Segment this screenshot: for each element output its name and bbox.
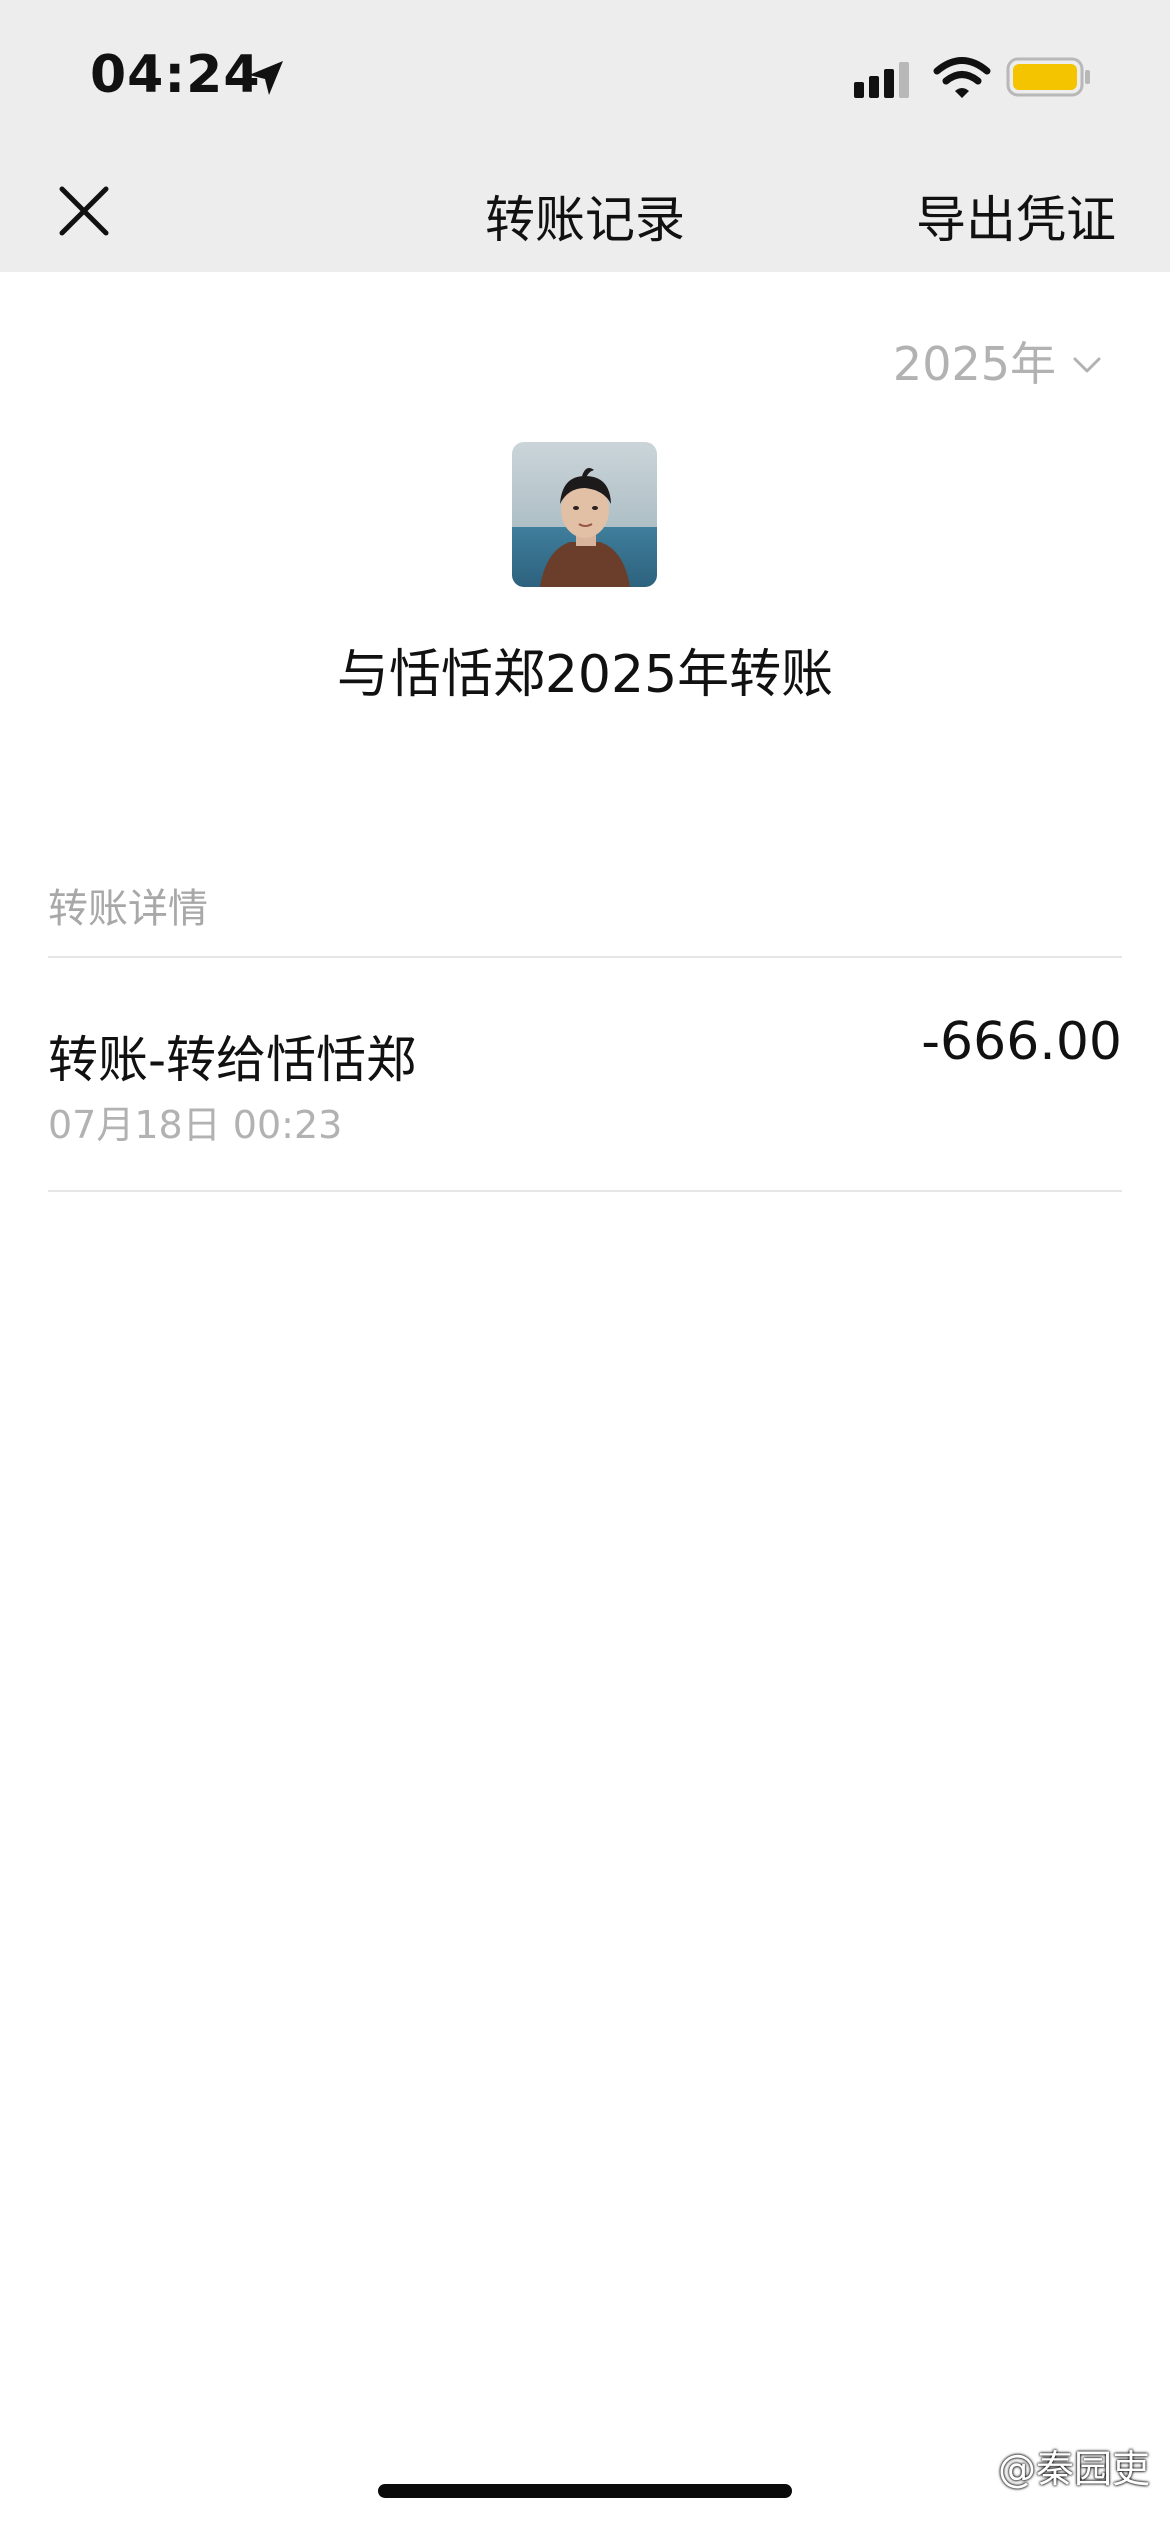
status-bar: 04:24 [0, 0, 1170, 150]
divider [48, 1190, 1122, 1192]
chevron-down-icon [1073, 357, 1101, 373]
avatar-image [512, 442, 657, 587]
cellular-signal-icon [854, 62, 909, 98]
transaction-row[interactable]: 转账-转给恬恬郑 07月18日 00:23 -666.00 [48, 958, 1122, 1190]
year-filter-label: 2025年 [892, 337, 1056, 391]
transaction-amount: -666.00 [921, 1012, 1122, 1072]
nav-bar: 转账记录 导出凭证 [0, 150, 1170, 272]
avatar [512, 442, 657, 587]
watermark-text: @秦园吏 [997, 2447, 1150, 2491]
summary-title: 与恬恬郑2025年转账 [336, 645, 834, 705]
transaction-title: 转账-转给恬恬郑 [48, 1031, 417, 1089]
wifi-icon [933, 57, 991, 98]
battery-icon [1006, 57, 1090, 97]
weibo-logo-icon [958, 2452, 990, 2480]
export-voucher-button[interactable]: 导出凭证 [916, 180, 1116, 252]
transaction-time: 07月18日 00:23 [48, 1103, 343, 1147]
location-arrow-icon [249, 61, 283, 95]
status-time: 04:24 [90, 45, 261, 105]
section-label: 转账详情 [48, 886, 208, 932]
year-filter-dropdown[interactable]: 2025年 [893, 328, 1102, 394]
watermark: @秦园吏 [956, 2438, 1150, 2493]
home-indicator[interactable] [378, 2484, 792, 2498]
